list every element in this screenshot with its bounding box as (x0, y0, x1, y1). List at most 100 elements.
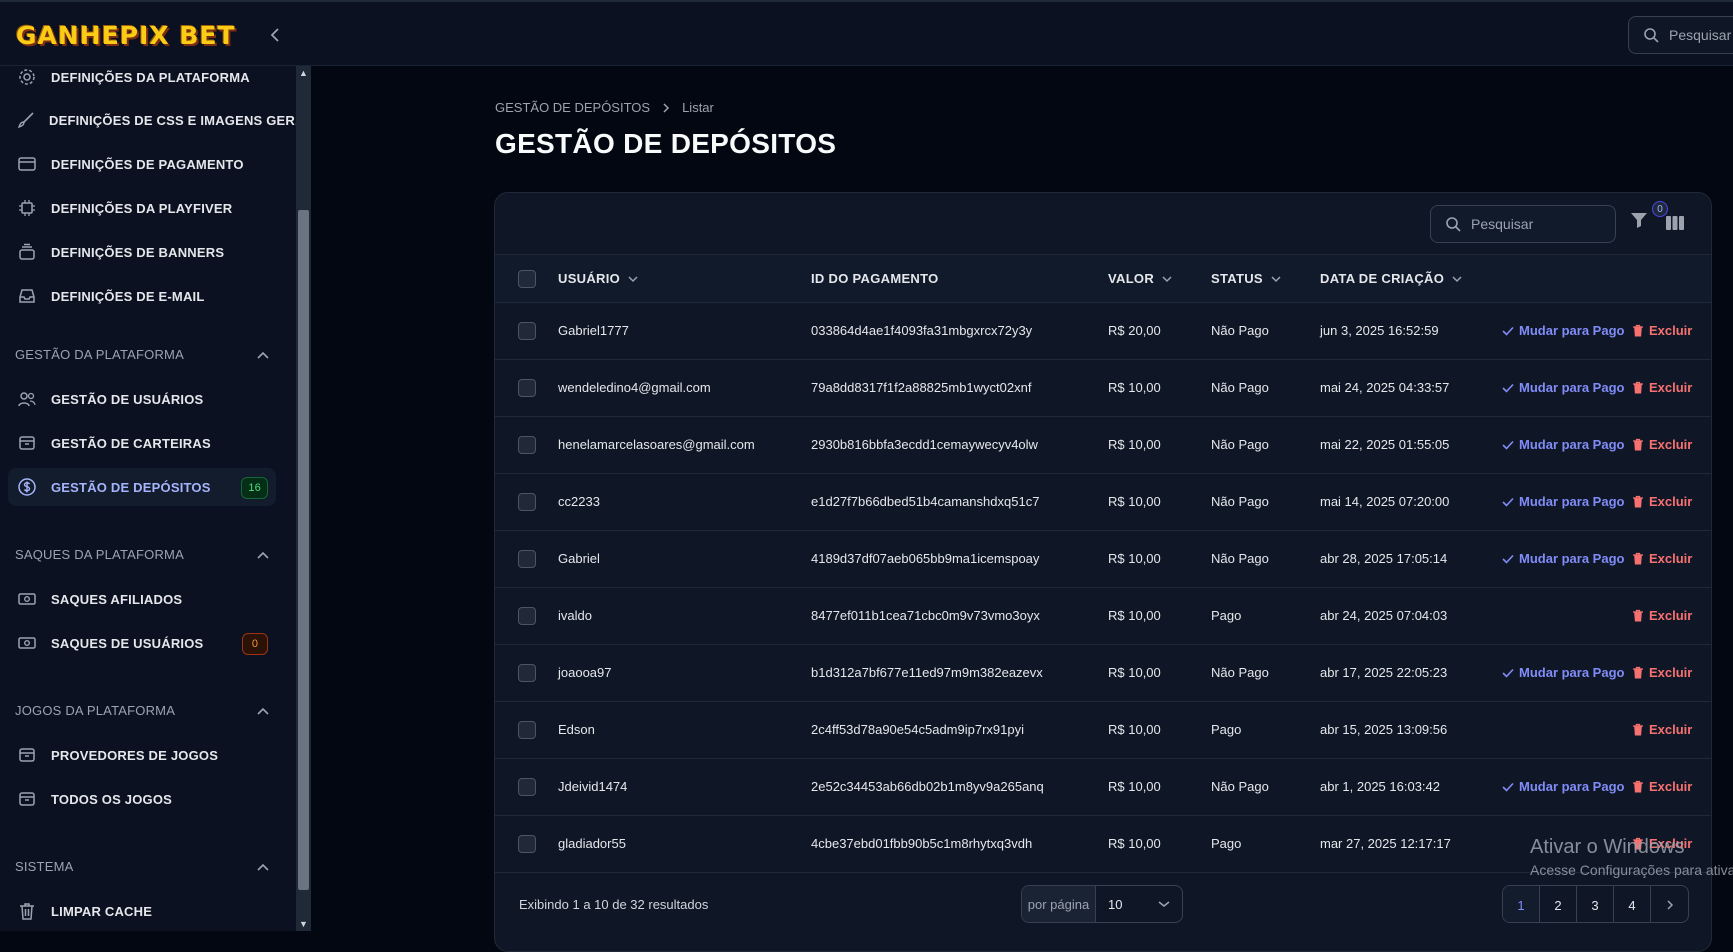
mark-as-paid-button[interactable]: Mudar para Pago (1502, 551, 1624, 566)
nav-label: DEFINIÇÕES DE CSS E IMAGENS GER... (49, 112, 296, 128)
delete-button[interactable]: Excluir (1632, 779, 1692, 794)
page-button-3[interactable]: 3 (1577, 886, 1614, 922)
cell-value: R$ 10,00 (1108, 608, 1161, 623)
row-checkbox[interactable] (518, 835, 536, 853)
row-checkbox[interactable] (518, 493, 536, 511)
mark-as-paid-button[interactable]: Mudar para Pago (1502, 494, 1624, 509)
nav-playfiver-settings[interactable]: DEFINIÇÕES DA PLAYFIVER (8, 189, 276, 227)
row-checkbox[interactable] (518, 721, 536, 739)
col-header-user[interactable]: USUÁRIO (558, 271, 638, 286)
select-all-checkbox[interactable] (518, 270, 536, 288)
cell-payment-id: 2930b816bbfa3ecdd1cemaywecyv4olw (811, 437, 1038, 452)
trash-icon (1633, 324, 1643, 337)
cell-created-date: mai 14, 2025 07:20:00 (1320, 494, 1450, 509)
delete-button[interactable]: Excluir (1632, 722, 1692, 737)
nav-platform-settings[interactable]: DEFINIÇÕES DA PLATAFORMA (8, 66, 276, 96)
nav-all-games[interactable]: TODOS OS JOGOS (8, 780, 276, 818)
per-page-value[interactable]: 10 (1096, 886, 1182, 922)
group-platform-games[interactable]: JOGOS DA PLATAFORMA (15, 703, 270, 718)
cell-value: R$ 10,00 (1108, 380, 1161, 395)
cell-payment-id: e1d27f7b66dbed51b4camanshdxq51c7 (811, 494, 1040, 509)
mark-as-paid-button[interactable]: Mudar para Pago (1502, 437, 1624, 452)
stack-icon (16, 241, 38, 263)
scroll-down-arrow-icon[interactable]: ▼ (296, 917, 311, 931)
chevron-right-icon (1666, 900, 1673, 910)
breadcrumb-link[interactable]: GESTÃO DE DEPÓSITOS (495, 100, 650, 115)
row-checkbox[interactable] (518, 550, 536, 568)
nav-label: TODOS OS JOGOS (51, 791, 173, 807)
delete-button[interactable]: Excluir (1632, 437, 1692, 452)
nav-payment-settings[interactable]: DEFINIÇÕES DE PAGAMENTO (8, 145, 276, 183)
cash-icon (16, 588, 38, 610)
app-logo[interactable]: GANHEPIX BET (16, 21, 236, 50)
group-platform-management[interactable]: GESTÃO DA PLATAFORMA (15, 347, 270, 362)
delete-button[interactable]: Excluir (1632, 494, 1692, 509)
cell-payment-id: b1d312a7bf677e11ed97m9m382eazevx (811, 665, 1043, 680)
columns-icon[interactable] (1666, 215, 1684, 231)
col-header-created-date[interactable]: DATA DE CRIAÇÃO (1320, 271, 1462, 286)
col-label: DATA DE CRIAÇÃO (1320, 271, 1445, 286)
mark-as-paid-button[interactable]: Mudar para Pago (1502, 380, 1624, 395)
delete-button[interactable]: Excluir (1632, 323, 1692, 338)
row-checkbox[interactable] (518, 664, 536, 682)
filter-icon[interactable] (1630, 211, 1648, 229)
trash-icon (1633, 723, 1643, 736)
row-checkbox[interactable] (518, 778, 536, 796)
scroll-up-arrow-icon[interactable]: ▲ (296, 66, 311, 80)
group-platform-withdrawals[interactable]: SAQUES DA PLATAFORMA (15, 547, 270, 562)
chevron-down-icon (628, 275, 638, 282)
nav-affiliate-withdrawals[interactable]: SAQUES AFILIADOS (8, 580, 276, 618)
delete-button[interactable]: Excluir (1632, 551, 1692, 566)
nav-user-management[interactable]: GESTÃO DE USUÁRIOS (8, 380, 276, 418)
row-checkbox[interactable] (518, 322, 536, 340)
delete-button[interactable]: Excluir (1632, 608, 1692, 623)
cell-value: R$ 20,00 (1108, 323, 1161, 338)
col-header-value[interactable]: VALOR (1108, 271, 1172, 286)
cell-value: R$ 10,00 (1108, 779, 1161, 794)
mark-as-paid-button[interactable]: Mudar para Pago (1502, 665, 1624, 680)
table-row: ivaldo 8477ef011b1cea71cbc0m9v73vmo3oyx R$… (495, 588, 1711, 645)
nav-game-providers[interactable]: PROVEDORES DE JOGOS (8, 736, 276, 774)
cell-status: Não Pago (1211, 380, 1269, 395)
nav-wallet-management[interactable]: GESTÃO DE CARTEIRAS (8, 424, 276, 462)
delete-button[interactable]: Excluir (1632, 380, 1692, 395)
col-header-status[interactable]: STATUS (1211, 271, 1281, 286)
mark-as-paid-label: Mudar para Pago (1519, 323, 1625, 338)
nav-deposit-management[interactable]: GESTÃO DE DEPÓSITOS 16 (8, 468, 276, 506)
windows-activation-subtext: Acesse Configurações para ativar o Windo… (1530, 862, 1733, 878)
mark-as-paid-label: Mudar para Pago (1519, 551, 1625, 566)
page-button-2[interactable]: 2 (1540, 886, 1577, 922)
sidebar-collapse-button[interactable] (262, 22, 288, 48)
delete-button[interactable]: Excluir (1632, 665, 1692, 680)
nav-clear-cache[interactable]: LIMPAR CACHE (8, 892, 276, 930)
nav-label: GESTÃO DE CARTEIRAS (51, 435, 211, 451)
search-icon (1644, 28, 1659, 43)
chevron-down-icon (1162, 275, 1172, 282)
table-row: henelamarcelasoares@gmail.com 2930b816bbf… (495, 417, 1711, 474)
table-body: Gabriel1777 033864d4ae1f4093fa31mbgxrcx72… (495, 303, 1711, 873)
archive-icon (16, 432, 38, 454)
global-search-placeholder: Pesquisar (1669, 27, 1732, 43)
cell-status: Não Pago (1211, 779, 1269, 794)
page-button-4[interactable]: 4 (1614, 886, 1651, 922)
nav-css-images-settings[interactable]: DEFINIÇÕES DE CSS E IMAGENS GER... (8, 101, 296, 139)
per-page-select[interactable]: por página 10 (1021, 885, 1183, 923)
next-page-button[interactable] (1651, 886, 1688, 922)
col-header-payment-id: ID DO PAGAMENTO (811, 271, 939, 286)
nav-user-withdrawals[interactable]: SAQUES DE USUÁRIOS 0 (8, 624, 276, 662)
nav-banner-settings[interactable]: DEFINIÇÕES DE BANNERS (8, 233, 276, 271)
row-checkbox[interactable] (518, 436, 536, 454)
row-checkbox[interactable] (518, 607, 536, 625)
table-search-input[interactable]: Pesquisar (1430, 205, 1616, 243)
top-bar: GANHEPIX BET Pesquisar (0, 0, 1733, 66)
nav-email-settings[interactable]: DEFINIÇÕES DE E-MAIL (8, 277, 276, 315)
mark-as-paid-button[interactable]: Mudar para Pago (1502, 323, 1624, 338)
nav-label: DEFINIÇÕES DA PLATAFORMA (51, 69, 250, 85)
sidebar-scrollbar-thumb[interactable] (298, 210, 309, 890)
mark-as-paid-button[interactable]: Mudar para Pago (1502, 779, 1624, 794)
cell-status: Pago (1211, 836, 1242, 851)
row-checkbox[interactable] (518, 379, 536, 397)
page-button-1[interactable]: 1 (1503, 886, 1540, 922)
global-search-input[interactable]: Pesquisar (1628, 16, 1733, 54)
group-system[interactable]: SISTEMA (15, 859, 270, 874)
